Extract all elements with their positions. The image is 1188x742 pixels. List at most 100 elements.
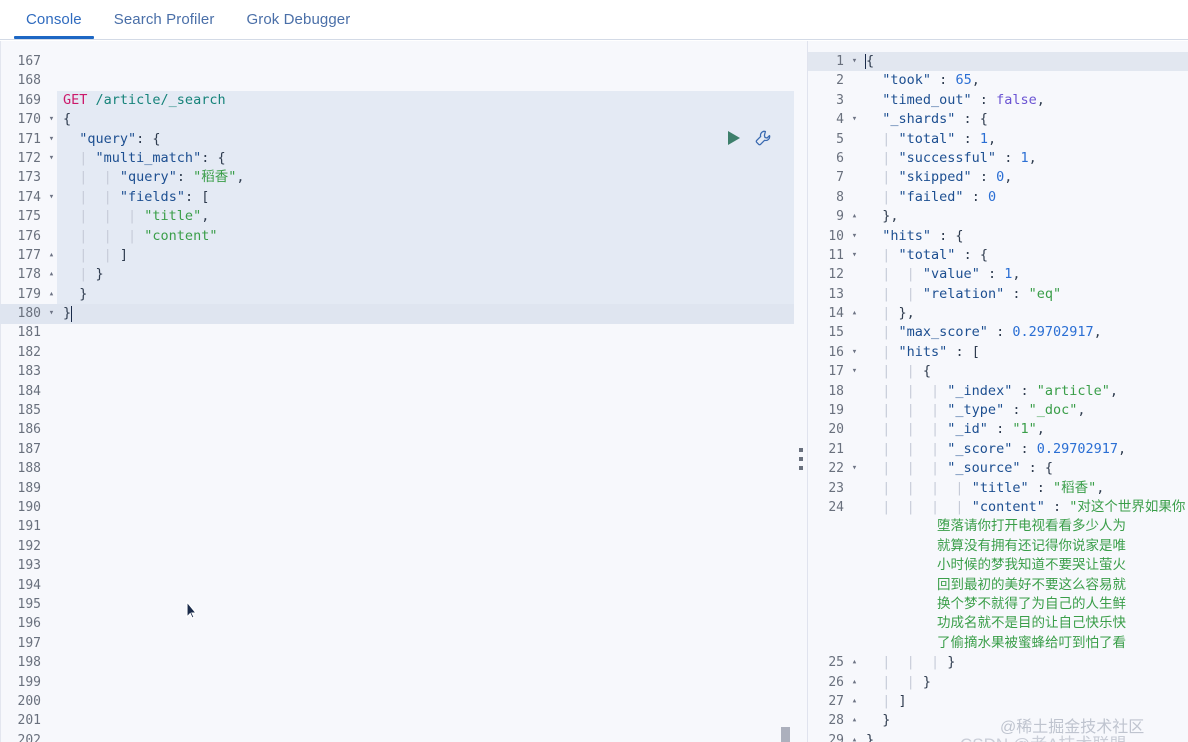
- code-line[interactable]: 27 ▴ | ]: [808, 692, 1188, 711]
- code-line[interactable]: 182: [1, 343, 794, 362]
- request-editor-pane[interactable]: 167 168 169 GET /article/_search 170 ▾{171 ▾ "…: [0, 41, 794, 742]
- code-line[interactable]: 小时候的梦我知道不要哭让萤火: [808, 556, 1188, 575]
- code-line[interactable]: 13 | | "relation" : "eq": [808, 285, 1188, 304]
- code-line[interactable]: 190: [1, 498, 794, 517]
- code-line[interactable]: 就算没有拥有还记得你说家是唯: [808, 537, 1188, 556]
- fold-toggle-icon[interactable]: ▾: [848, 362, 861, 381]
- fold-toggle-icon[interactable]: ▴: [848, 731, 861, 742]
- splitter-grip-icon[interactable]: [799, 448, 803, 470]
- code-line[interactable]: 26 ▴ | | }: [808, 673, 1188, 692]
- code-line[interactable]: 功成名就不是目的让自己快乐快: [808, 614, 1188, 633]
- fold-toggle-icon[interactable]: ▾: [848, 459, 861, 478]
- editor-vertical-scrollbar[interactable]: [781, 727, 790, 742]
- fold-toggle-icon[interactable]: ▾: [45, 130, 58, 149]
- code-line[interactable]: 14 ▴ | },: [808, 304, 1188, 323]
- code-line[interactable]: 200: [1, 692, 794, 711]
- code-line[interactable]: 201: [1, 711, 794, 730]
- code-line[interactable]: 173 | | "query": "稻香",: [1, 168, 794, 187]
- code-line[interactable]: 10 ▾ "hits" : {: [808, 227, 1188, 246]
- code-line[interactable]: 23 | | | | "title" : "稻香",: [808, 479, 1188, 498]
- code-line[interactable]: 172 ▾ | "multi_match": {: [1, 149, 794, 168]
- fold-toggle-icon[interactable]: ▴: [45, 285, 58, 304]
- fold-toggle-icon[interactable]: ▴: [45, 265, 58, 284]
- code-line[interactable]: 188: [1, 459, 794, 478]
- tab-console[interactable]: Console: [10, 0, 98, 39]
- code-line[interactable]: 179 ▴ }: [1, 285, 794, 304]
- code-line[interactable]: 20 | | | "_id" : "1",: [808, 420, 1188, 439]
- code-line[interactable]: 186: [1, 420, 794, 439]
- code-line[interactable]: 196: [1, 614, 794, 633]
- fold-toggle-icon[interactable]: ▾: [45, 110, 58, 129]
- code-line[interactable]: 184: [1, 382, 794, 401]
- fold-toggle-icon[interactable]: ▴: [848, 711, 861, 730]
- fold-toggle-icon[interactable]: ▾: [848, 110, 861, 129]
- code-line[interactable]: 换个梦不就得了为自己的人生鲜: [808, 595, 1188, 614]
- code-line[interactable]: 175 | | | "title",: [1, 207, 794, 226]
- code-line[interactable]: 4 ▾ "_shards" : {: [808, 110, 1188, 129]
- code-line[interactable]: 177 ▴ | | ]: [1, 246, 794, 265]
- code-line[interactable]: 198: [1, 653, 794, 672]
- code-line[interactable]: 8 | "failed" : 0: [808, 188, 1188, 207]
- code-line[interactable]: 189: [1, 479, 794, 498]
- fold-toggle-icon[interactable]: ▾: [848, 52, 861, 71]
- code-line[interactable]: 202: [1, 731, 794, 742]
- code-line[interactable]: 167: [1, 52, 794, 71]
- code-line[interactable]: 22 ▾ | | | "_source" : {: [808, 459, 1188, 478]
- code-line[interactable]: 197: [1, 634, 794, 653]
- code-line[interactable]: 185: [1, 401, 794, 420]
- code-line[interactable]: 193: [1, 556, 794, 575]
- code-line[interactable]: 12 | | "value" : 1,: [808, 265, 1188, 284]
- code-line[interactable]: 183: [1, 362, 794, 381]
- code-line[interactable]: 199: [1, 673, 794, 692]
- code-line[interactable]: 195: [1, 595, 794, 614]
- code-line[interactable]: 180 ▾}: [1, 304, 794, 323]
- code-line[interactable]: 21 | | | "_score" : 0.29702917,: [808, 440, 1188, 459]
- code-line[interactable]: 191: [1, 517, 794, 536]
- fold-toggle-icon[interactable]: ▾: [848, 227, 861, 246]
- code-line[interactable]: 168: [1, 71, 794, 90]
- fold-toggle-icon[interactable]: ▴: [848, 207, 861, 226]
- code-line[interactable]: 17 ▾ | | {: [808, 362, 1188, 381]
- code-line[interactable]: 194: [1, 576, 794, 595]
- code-line[interactable]: 174 ▾ | | "fields": [: [1, 188, 794, 207]
- code-line[interactable]: 25 ▴ | | | }: [808, 653, 1188, 672]
- code-line[interactable]: 19 | | | "_type" : "_doc",: [808, 401, 1188, 420]
- code-line[interactable]: 24 | | | | "content" : "对这个世界如果你: [808, 498, 1188, 517]
- code-line[interactable]: 2 "took" : 65,: [808, 71, 1188, 90]
- code-line[interactable]: 171 ▾ "query": {: [1, 130, 794, 149]
- code-line[interactable]: 5 | "total" : 1,: [808, 130, 1188, 149]
- pane-splitter[interactable]: [794, 41, 808, 742]
- code-line[interactable]: 192: [1, 537, 794, 556]
- code-line[interactable]: 178 ▴ | }: [1, 265, 794, 284]
- code-line[interactable]: 了偷摘水果被蜜蜂给叮到怕了看: [808, 634, 1188, 653]
- fold-toggle-icon[interactable]: ▾: [848, 343, 861, 362]
- code-line[interactable]: 169 GET /article/_search: [1, 91, 794, 110]
- code-line[interactable]: 170 ▾ {: [1, 110, 794, 129]
- code-line[interactable]: 7 | "skipped" : 0,: [808, 168, 1188, 187]
- wrench-icon[interactable]: [754, 129, 772, 147]
- request-editor-code[interactable]: 167 168 169 GET /article/_search 170 ▾{171 ▾ "…: [1, 52, 794, 742]
- fold-toggle-icon[interactable]: ▾: [45, 149, 58, 168]
- fold-toggle-icon[interactable]: ▴: [45, 246, 58, 265]
- code-line[interactable]: 18 | | | "_index" : "article",: [808, 382, 1188, 401]
- run-request-play-icon[interactable]: [728, 131, 740, 145]
- response-output-pane[interactable]: 1 ▾{2 "took" : 65, 3 "timed_out" : false, 4…: [808, 41, 1188, 742]
- code-line[interactable]: 9 ▴ },: [808, 207, 1188, 226]
- tab-grok-debugger[interactable]: Grok Debugger: [230, 0, 366, 39]
- code-line[interactable]: 16 ▾ | "hits" : [: [808, 343, 1188, 362]
- code-line[interactable]: 堕落请你打开电视看看多少人为: [808, 517, 1188, 536]
- code-line[interactable]: 6 | "successful" : 1,: [808, 149, 1188, 168]
- tab-search-profiler[interactable]: Search Profiler: [98, 0, 231, 39]
- fold-toggle-icon[interactable]: ▾: [45, 304, 58, 323]
- fold-toggle-icon[interactable]: ▴: [848, 692, 861, 711]
- fold-toggle-icon[interactable]: ▴: [848, 304, 861, 323]
- fold-toggle-icon[interactable]: ▴: [848, 653, 861, 672]
- code-line[interactable]: 3 "timed_out" : false,: [808, 91, 1188, 110]
- code-line[interactable]: 回到最初的美好不要这么容易就: [808, 576, 1188, 595]
- response-output-code[interactable]: 1 ▾{2 "took" : 65, 3 "timed_out" : false, 4…: [808, 52, 1188, 742]
- code-line[interactable]: 187: [1, 440, 794, 459]
- fold-toggle-icon[interactable]: ▴: [848, 673, 861, 692]
- code-line[interactable]: 11 ▾ | "total" : {: [808, 246, 1188, 265]
- fold-toggle-icon[interactable]: ▾: [848, 246, 861, 265]
- code-line[interactable]: 15 | "max_score" : 0.29702917,: [808, 323, 1188, 342]
